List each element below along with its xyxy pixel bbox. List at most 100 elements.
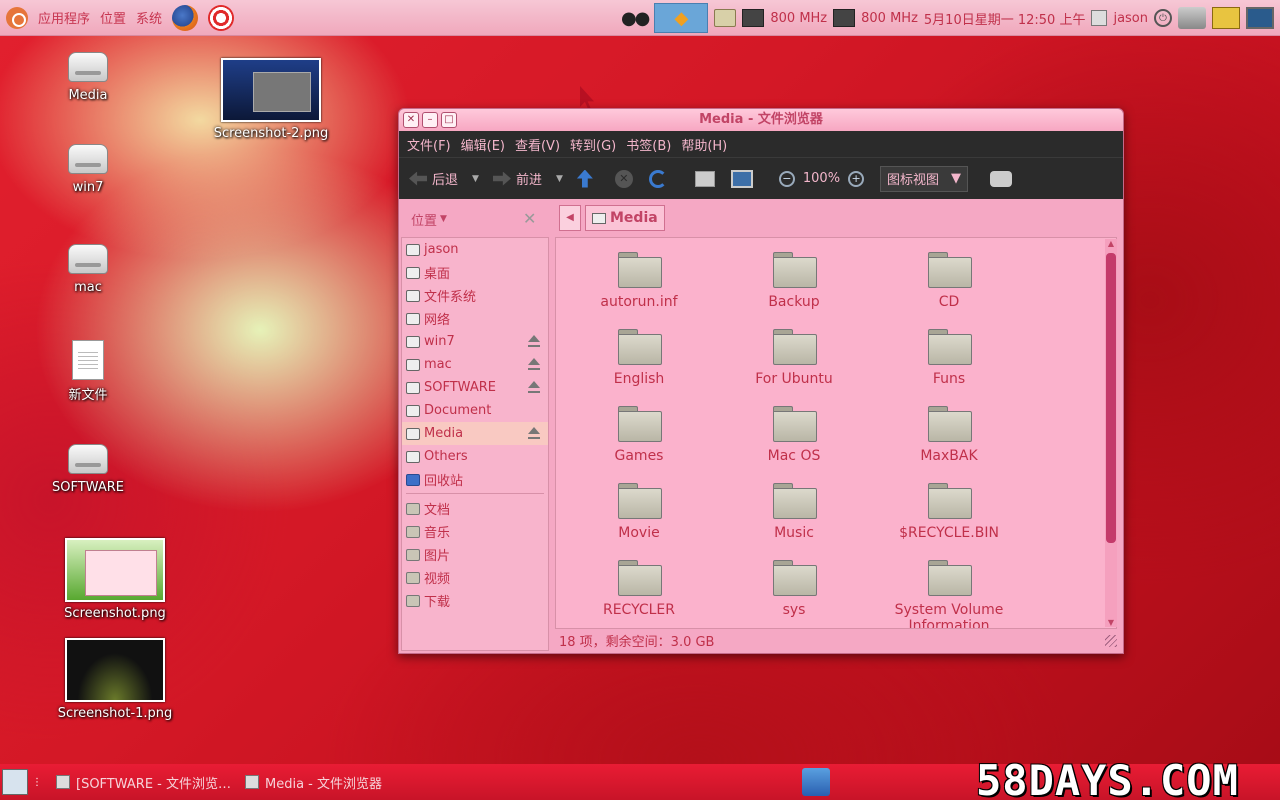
sidebar-item-media[interactable]: Media (402, 422, 548, 445)
folder-item[interactable]: System Volume Information (874, 560, 1024, 628)
eject-icon[interactable] (528, 427, 540, 439)
sidebar-item-music[interactable]: 音乐 (402, 520, 548, 543)
power-icon[interactable]: ⏻ (1154, 9, 1172, 27)
ubuntu-logo-icon[interactable] (6, 6, 28, 29)
path-back-button[interactable]: ◀ (559, 205, 581, 231)
folder-item[interactable]: For Ubuntu (719, 329, 869, 387)
menu-go[interactable]: 转到(G) (570, 135, 616, 154)
eject-icon[interactable] (528, 335, 540, 347)
desktop-icon-new-file[interactable]: 新文件 (28, 340, 148, 403)
trash-icon[interactable] (802, 768, 830, 796)
sidebar-item-videos[interactable]: 视频 (402, 566, 548, 589)
menu-places[interactable]: 位置 (100, 8, 126, 27)
sidebar-item-network[interactable]: 网络 (402, 307, 548, 330)
sidebar-item-filesystem[interactable]: 文件系统 (402, 284, 548, 307)
screen-ruler-icon[interactable] (1212, 7, 1240, 29)
desktop-icon-mac[interactable]: mac (28, 244, 148, 295)
desktop-icon-software[interactable]: SOFTWARE (28, 444, 148, 495)
eject-icon[interactable] (528, 358, 540, 370)
folder-item[interactable]: English (564, 329, 714, 387)
sidebar-item-jason[interactable]: jason (402, 238, 548, 261)
folder-item[interactable]: Games (564, 406, 714, 464)
menu-applications[interactable]: 应用程序 (38, 8, 90, 27)
user-status-icon[interactable] (1091, 10, 1108, 26)
desktop-icon-media[interactable]: Media (28, 52, 148, 103)
menu-edit[interactable]: 编辑(E) (461, 135, 505, 154)
folder-item[interactable]: Funs (874, 329, 1024, 387)
sidebar-item-documents[interactable]: 文档 (402, 497, 548, 520)
eject-icon[interactable] (528, 381, 540, 393)
sidebar-item-others[interactable]: Others (402, 445, 548, 468)
sidebar-item-trash[interactable]: 回收站 (402, 468, 548, 491)
window-titlebar[interactable]: ✕ – □ Media - 文件浏览器 (399, 109, 1123, 131)
up-arrow-icon[interactable] (576, 169, 593, 188)
vertical-scrollbar[interactable]: ▲ ▼ (1105, 239, 1117, 627)
scroll-up-arrow-icon[interactable]: ▲ (1105, 239, 1117, 248)
sidebar-item-document[interactable]: Document (402, 399, 548, 422)
folder-item[interactable]: Backup (719, 252, 869, 310)
file-item[interactable]: autorun.inf (564, 252, 714, 310)
folder-item[interactable]: CD (874, 252, 1024, 310)
close-window-button[interactable]: ✕ (403, 112, 419, 128)
fish-applet-icon[interactable]: ◆ (654, 3, 709, 33)
forward-history-dropdown[interactable]: ▼ (556, 174, 563, 184)
menu-bookmarks[interactable]: 书签(B) (626, 135, 671, 154)
folder-item[interactable]: Mac OS (719, 406, 869, 464)
home-folder-icon[interactable] (694, 170, 715, 187)
zoom-out-icon[interactable]: − (778, 170, 795, 187)
file-icon-view[interactable]: autorun.inf Backup CD English For Ubuntu… (555, 237, 1117, 629)
reload-icon[interactable] (648, 169, 667, 188)
sidebar-item-mac[interactable]: mac (402, 353, 548, 376)
folder-item[interactable]: RECYCLER (564, 560, 714, 618)
network-icon[interactable] (1178, 7, 1206, 29)
folder-item[interactable]: Music (719, 483, 869, 541)
taskbar-item-media[interactable]: Media - 文件浏览器 (245, 773, 382, 792)
cpu-freq-icon[interactable] (742, 9, 765, 27)
scrollbar-thumb[interactable] (1106, 253, 1116, 543)
stop-icon[interactable]: ✕ (614, 169, 633, 188)
firefox-launcher-icon[interactable] (172, 4, 199, 31)
eyes-applet-icon[interactable]: ●● (621, 8, 650, 29)
taskbar-item-software[interactable]: [SOFTWARE - 文件浏览… (56, 773, 231, 792)
folder-item[interactable]: sys (719, 560, 869, 618)
sidebar-item-pictures[interactable]: 图片 (402, 543, 548, 566)
desktop-icon-win7[interactable]: win7 (28, 144, 148, 195)
panel-handle-icon[interactable]: ⋮ (32, 777, 42, 788)
clock[interactable]: 5月10日星期一 12:50 上午 (924, 9, 1086, 28)
desktop-icon-screenshot[interactable]: Screenshot.png (55, 538, 175, 621)
resize-grip[interactable] (1105, 635, 1117, 647)
desktop-icon-screenshot-1[interactable]: Screenshot-1.png (55, 638, 175, 721)
sidebar-header[interactable]: 位置 ▼ ✕ (399, 201, 549, 237)
monitor-icon[interactable] (1246, 7, 1274, 29)
user-name[interactable]: jason (1113, 11, 1148, 26)
folder-icon (773, 406, 817, 442)
sidebar-item-software[interactable]: SOFTWARE (402, 376, 548, 399)
minimize-window-button[interactable]: – (422, 112, 438, 128)
search-binoculars-icon[interactable] (990, 170, 1013, 187)
maximize-window-button[interactable]: □ (441, 112, 457, 128)
view-mode-select[interactable]: 图标视图 ▼ (880, 165, 969, 192)
menu-view[interactable]: 查看(V) (515, 135, 560, 154)
help-launcher-icon[interactable] (208, 4, 235, 31)
sidebar-item-downloads[interactable]: 下载 (402, 589, 548, 612)
zoom-in-icon[interactable]: + (848, 170, 865, 187)
cpu-freq-icon-2[interactable] (833, 9, 856, 27)
folder-item[interactable]: Movie (564, 483, 714, 541)
folder-item[interactable]: MaxBAK (874, 406, 1024, 464)
computer-icon[interactable] (730, 169, 753, 188)
menu-system[interactable]: 系统 (136, 8, 162, 27)
sidebar-item-desktop[interactable]: 桌面 (402, 261, 548, 284)
mail-applet-icon[interactable] (714, 9, 737, 27)
forward-button[interactable]: 前进 (492, 169, 542, 188)
menu-help[interactable]: 帮助(H) (681, 135, 727, 154)
scroll-down-arrow-icon[interactable]: ▼ (1105, 618, 1117, 627)
back-button[interactable]: 后退 (409, 169, 458, 188)
back-history-dropdown[interactable]: ▼ (472, 174, 479, 184)
menu-file[interactable]: 文件(F) (407, 135, 451, 154)
folder-item[interactable]: $RECYCLE.BIN (874, 483, 1024, 541)
desktop-icon-screenshot-2[interactable]: Screenshot-2.png (211, 58, 331, 141)
show-desktop-icon[interactable] (2, 769, 28, 795)
path-button-media[interactable]: Media (585, 205, 665, 231)
close-sidebar-icon[interactable]: ✕ (523, 209, 536, 228)
sidebar-item-win7[interactable]: win7 (402, 330, 548, 353)
